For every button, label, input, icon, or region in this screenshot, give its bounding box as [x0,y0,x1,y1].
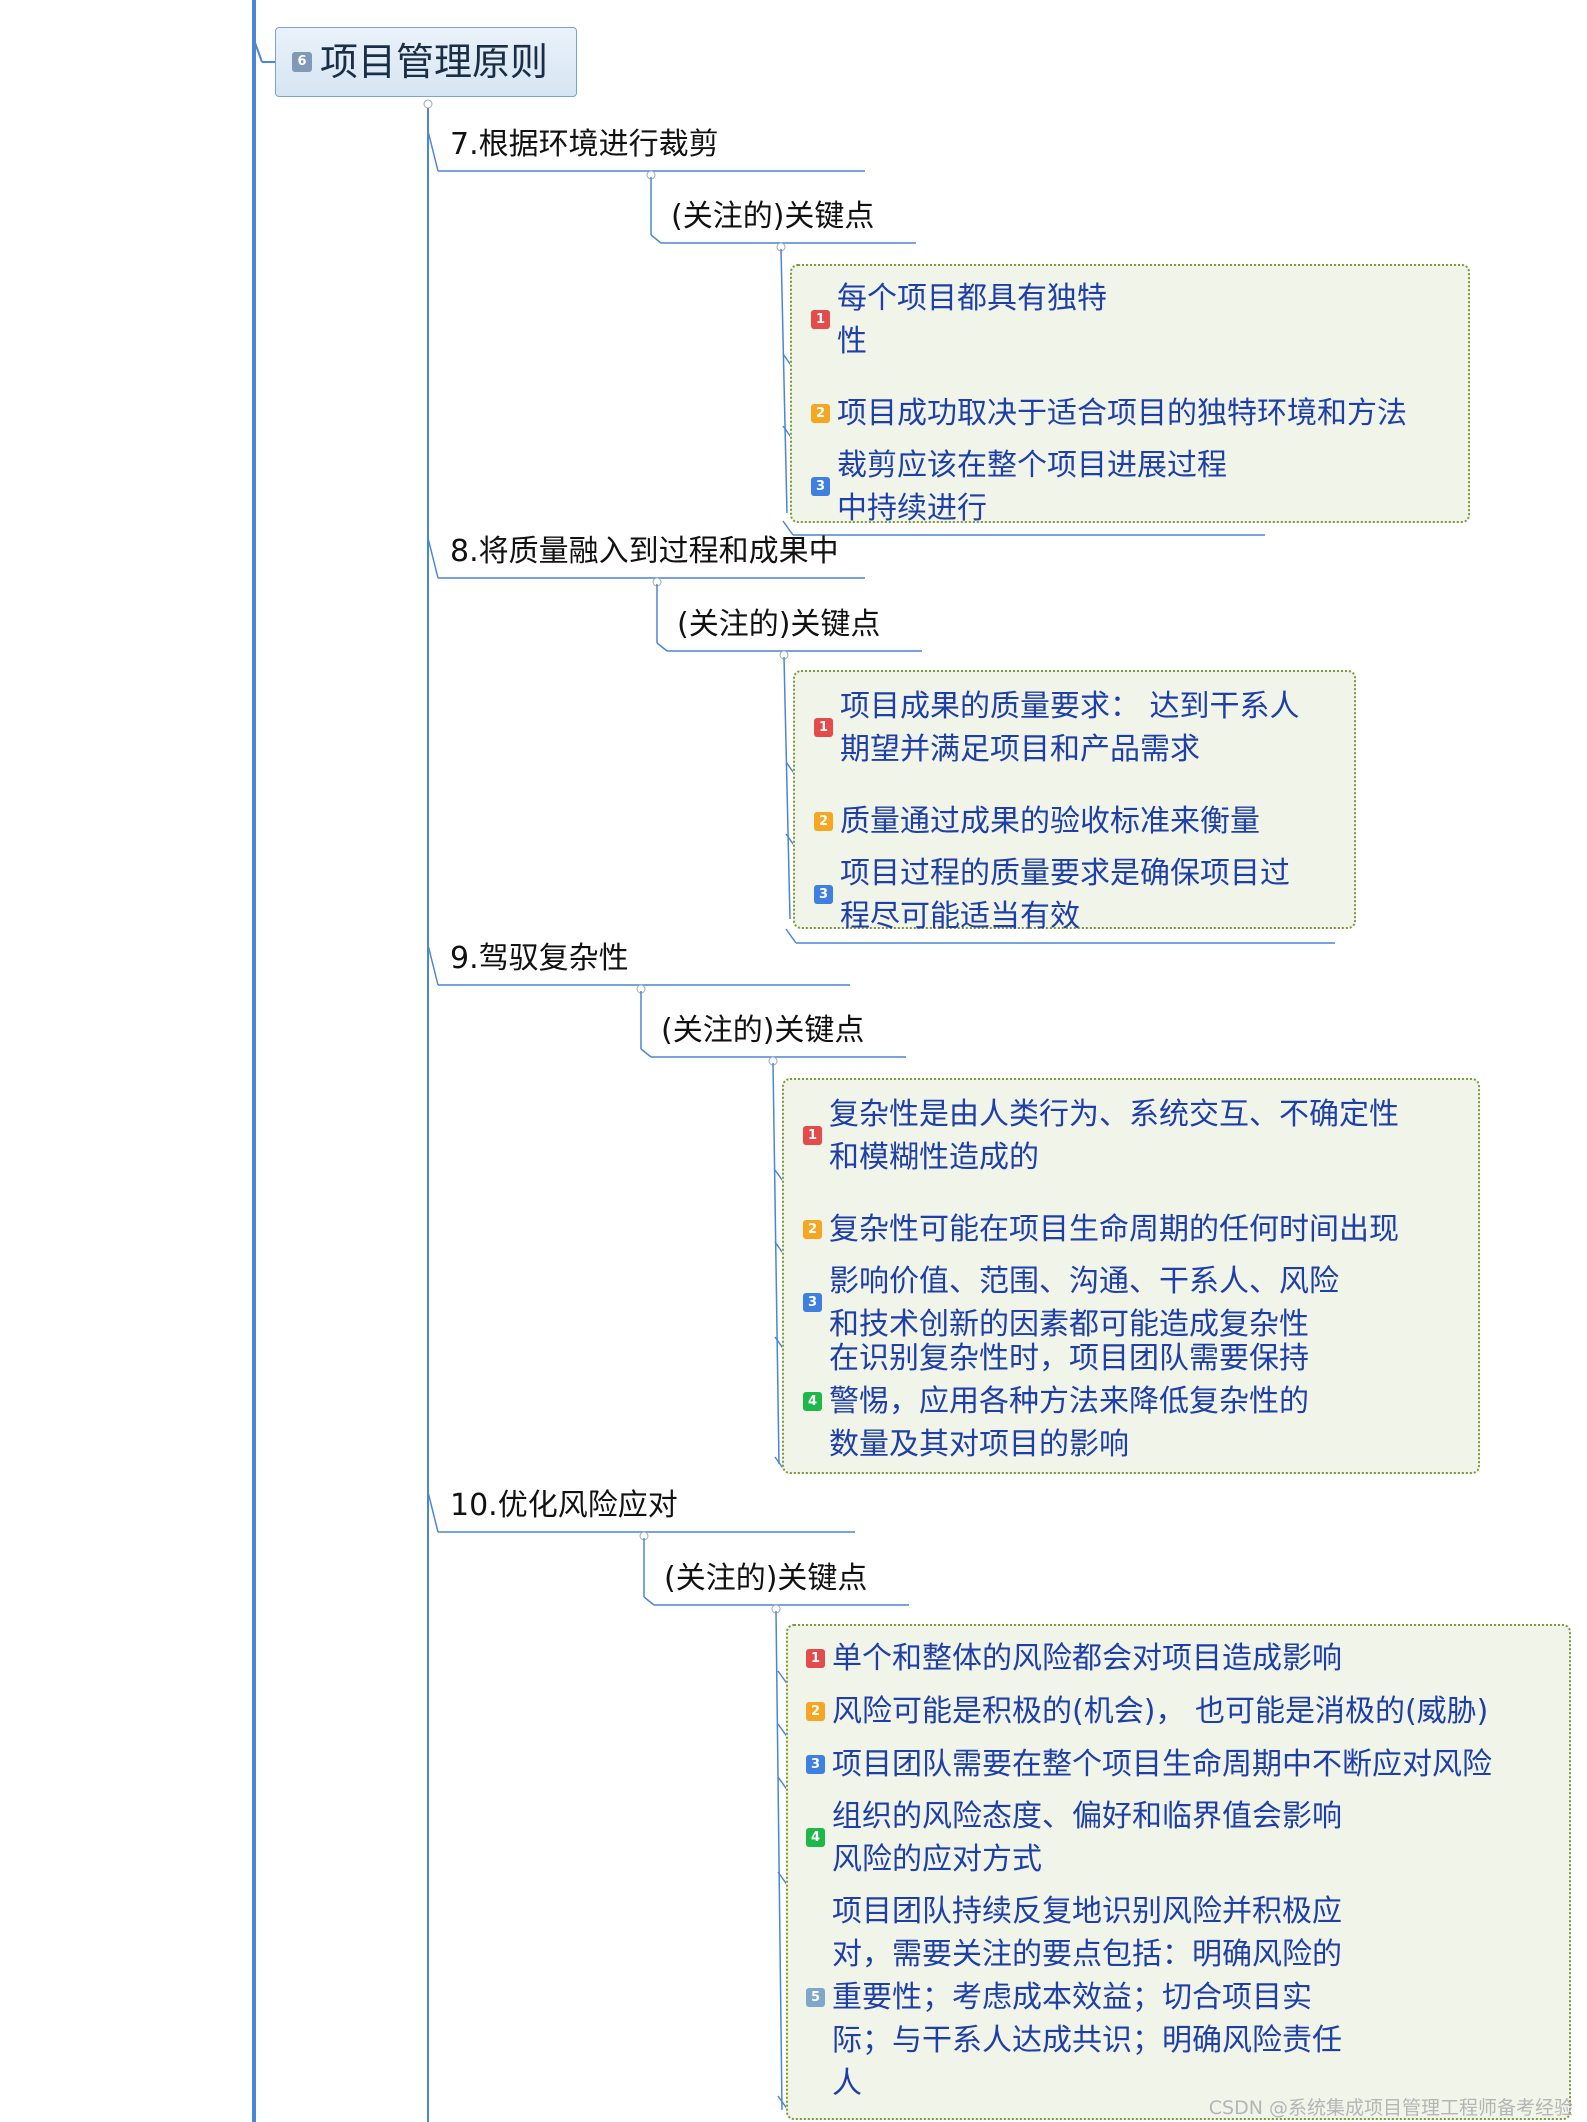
key-point-item[interactable]: 组织的风险态度、偏好和临界值会影响 风险的应对方式 [832,1795,1342,1881]
key-point-line: 组织的风险态度、偏好和临界值会影响 [832,1799,1342,1834]
mindmap-canvas: 6 项目管理原则 7.根据环境进行裁剪 (关注的)关键点 1 每个项目都具有独特性 2 项… [0,0,1587,2122]
item-spine-line [780,248,788,514]
key-point-item[interactable]: 复杂性是由人类行为、系统交互、不确定性 和模糊性造成的 [829,1093,1399,1179]
priority-1-icon: 1 [811,310,830,329]
priority-3-icon: 3 [803,1293,822,1312]
item-spine-line [783,656,791,920]
key-point-line: 项目成果的质量要求： 达到干系人 [840,689,1300,724]
principle-label[interactable]: 7.根据环境进行裁剪 [450,125,719,165]
key-point-line: 中持续进行 [837,491,987,526]
key-point-line: 复杂性可能在项目生命周期的任何时间出现 [829,1212,1399,1247]
item-spine-line [772,1062,780,1465]
principle-underline [427,1491,439,1533]
priority-1-icon: 1 [814,718,833,737]
key-point-line: 数量及其对项目的影响 [829,1427,1129,1462]
priority-3-icon: 3 [806,1754,825,1774]
key-point-line: 影响价值、范围、沟通、干系人、风险 [829,1264,1339,1299]
root-topic[interactable]: 6 项目管理原则 [275,27,577,97]
principle-underline [427,537,439,579]
key-point-item[interactable]: 项目成果的质量要求： 达到干系人 期望并满足项目和产品需求 [840,685,1300,771]
collapse-toggle-icon[interactable] [423,99,433,109]
key-point-line: 在识别复杂性时，项目团队需要保持 [829,1341,1309,1376]
key-point-line: 风险的应对方式 [832,1842,1042,1877]
principle-label[interactable]: 8.将质量融入到过程和成果中 [450,532,839,572]
priority-5-icon: 5 [806,1987,825,2007]
key-point-line: 程尽可能适当有效 [840,899,1080,934]
key-point-item[interactable]: 每个项目都具有独特性 [837,277,1107,363]
principle-label[interactable]: 10.优化风险应对 [450,1486,678,1526]
key-point-line: 期望并满足项目和产品需求 [840,732,1200,767]
key-point-item[interactable]: 风险可能是积极的(机会)， 也可能是消极的(威胁) [832,1690,1488,1733]
priority-1-icon: 1 [806,1648,825,1668]
key-point-line: 裁剪应该在整个项目进展过程 [837,448,1227,483]
priority-3-icon: 3 [814,885,833,904]
key-point-line: 和模糊性造成的 [829,1140,1039,1175]
priority-4-icon: 4 [806,1828,825,1847]
key-points-label[interactable]: (关注的)关键点 [671,197,874,237]
key-point-line: 风险可能是积极的(机会)， 也可能是消极的(威胁) [832,1694,1489,1729]
key-point-item[interactable]: 影响价值、范围、沟通、干系人、风险 和技术创新的因素都可能造成复杂性 [829,1260,1339,1346]
key-point-line: 项目成功取决于适合项目的独特环境和方法 [837,396,1407,431]
principle-label[interactable]: 9.驾驭复杂性 [450,939,629,979]
key-points-label[interactable]: (关注的)关键点 [664,1559,867,1599]
key-point-line: 质量通过成果的验收标准来衡量 [840,804,1260,839]
sub-connector [643,1596,655,1606]
key-point-item[interactable]: 复杂性可能在项目生命周期的任何时间出现 [829,1208,1399,1251]
root-title: 项目管理原则 [320,40,549,84]
sub-connector [656,642,668,652]
sub-connector [640,1048,652,1058]
key-point-item[interactable]: 在识别复杂性时，项目团队需要保持 警惕，应用各种方法来降低复杂性的 数量及其对项目的… [829,1337,1309,1466]
key-points-label[interactable]: (关注的)关键点 [677,605,880,645]
principle-underline [427,944,439,986]
priority-2-icon: 2 [803,1219,822,1239]
priority-2-icon: 2 [814,811,833,831]
key-point-item[interactable]: 项目过程的质量要求是确保项目过 程尽可能适当有效 [840,852,1290,938]
key-point-line: 项目过程的质量要求是确保项目过 [840,856,1290,891]
key-point-item[interactable]: 项目成功取决于适合项目的独特环境和方法 [837,392,1407,435]
key-point-line: 际；与干系人达成共识；明确风险责任 [832,2023,1342,2058]
key-point-line: 警惕，应用各种方法来降低复杂性的 [829,1384,1309,1419]
root-badge: 6 [292,52,312,72]
key-points-label[interactable]: (关注的)关键点 [661,1011,864,1051]
item-spine-line [775,1610,783,2111]
key-point-item[interactable]: 项目团队持续反复地识别风险并积极应 对，需要关注的要点包括：明确风险的 重要性；考虑… [832,1890,1342,2105]
priority-3-icon: 3 [811,477,830,496]
priority-4-icon: 4 [803,1391,822,1411]
key-point-line: 性 [837,324,867,359]
key-point-line: 每个项目都具有独特 [837,281,1107,316]
principle-underline [427,130,439,172]
watermark: CSDN @系统集成项目管理工程师备考经验 [1208,2097,1573,2119]
key-point-line: 项目团队需要在整个项目生命周期中不断应对风险 [832,1747,1492,1782]
priority-2-icon: 2 [806,1701,825,1721]
key-point-line: 重要性；考虑成本效益；切合项目实 [832,1980,1312,2015]
sub-connector [650,234,662,244]
item-connector [785,928,797,944]
key-point-line: 项目团队持续反复地识别风险并积极应 [832,1894,1342,1929]
key-point-item[interactable]: 单个和整体的风险都会对项目造成影响 [832,1637,1342,1680]
key-point-line: 复杂性是由人类行为、系统交互、不确定性 [829,1097,1399,1132]
priority-1-icon: 1 [803,1126,822,1145]
priority-2-icon: 2 [811,403,830,423]
key-point-line: 单个和整体的风险都会对项目造成影响 [832,1641,1342,1676]
key-point-item[interactable]: 裁剪应该在整个项目进展过程 中持续进行 [837,444,1227,530]
key-point-item[interactable]: 质量通过成果的验收标准来衡量 [840,800,1260,843]
key-point-item[interactable]: 项目团队需要在整个项目生命周期中不断应对风险 [832,1743,1492,1786]
key-point-line: 对，需要关注的要点包括：明确风险的 [832,1937,1342,1972]
